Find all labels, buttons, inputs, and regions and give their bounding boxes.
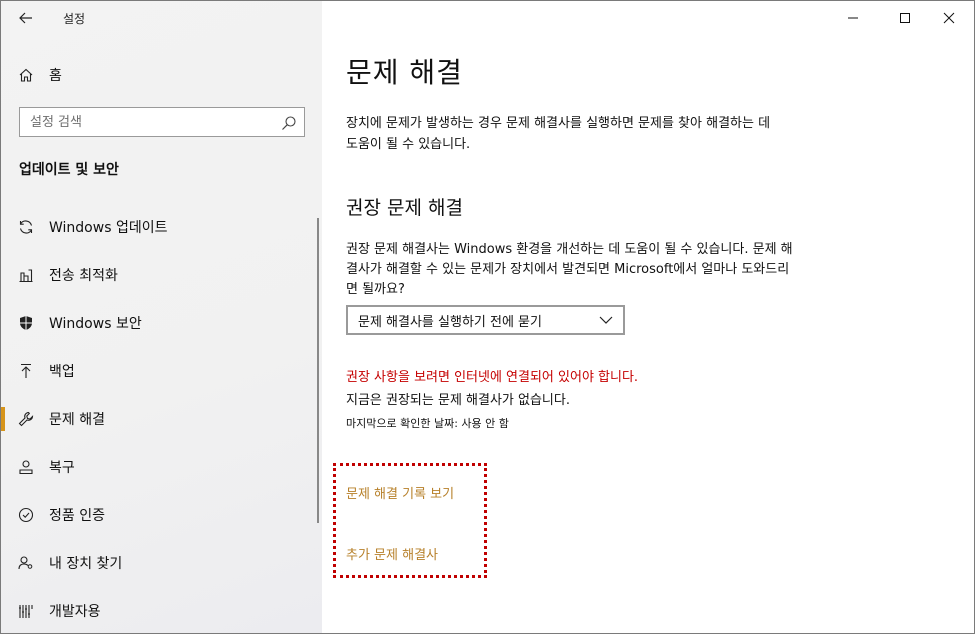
sidebar-item-label: 전송 최적화 — [49, 268, 118, 284]
sidebar-item-windows-update[interactable]: Windows 업데이트 — [1, 203, 322, 251]
maximize-icon — [900, 13, 910, 23]
troubleshoot-preference-dropdown[interactable]: 문제 해결사를 실행하기 전에 묻기 — [346, 305, 625, 335]
recovery-icon — [1, 459, 51, 475]
page-title: 문제 해결 — [346, 56, 463, 89]
back-arrow-icon — [19, 12, 32, 24]
minimize-icon — [848, 17, 858, 19]
home-link[interactable]: 홈 — [1, 59, 322, 91]
sidebar-item-troubleshoot[interactable]: 문제 해결 — [1, 395, 322, 443]
wrench-icon — [1, 411, 51, 427]
section-title: 업데이트 및 보안 — [19, 162, 119, 178]
chevron-down-icon — [599, 316, 613, 324]
close-icon — [943, 12, 955, 24]
minimize-button[interactable] — [830, 1, 876, 35]
home-icon — [1, 67, 51, 83]
sidebar-item-recovery[interactable]: 복구 — [1, 443, 322, 491]
sidebar-scrollbar[interactable] — [317, 218, 319, 523]
troubleshoot-history-link[interactable]: 문제 해결 기록 보기 — [346, 483, 454, 502]
search-icon[interactable] — [280, 114, 298, 132]
shield-icon — [1, 315, 51, 331]
last-checked-text: 마지막으로 확인한 날짜: 사용 안 함 — [346, 417, 509, 430]
sidebar-item-activation[interactable]: 정품 인증 — [1, 491, 322, 539]
sidebar-item-label: 개발자용 — [49, 604, 101, 620]
sidebar-item-find-my-device[interactable]: 내 장치 찾기 — [1, 539, 322, 587]
internet-warning: 권장 사항을 보려면 인터넷에 연결되어 있어야 합니다. — [346, 370, 639, 385]
title-bar: 설정 — [1, 1, 322, 35]
search-input[interactable] — [20, 108, 270, 136]
app-title: 설정 — [63, 12, 86, 26]
sync-icon — [1, 219, 51, 235]
no-recommendations-text: 지금은 권장되는 문제 해결사가 없습니다. — [346, 393, 570, 408]
dropdown-value: 문제 해결사를 실행하기 전에 묻기 — [358, 314, 542, 330]
sidebar: 설정 홈 업데이트 및 보안 Windows 업데이트 — [1, 1, 322, 633]
additional-troubleshooters-link[interactable]: 추가 문제 해결사 — [346, 544, 438, 563]
close-button[interactable] — [926, 1, 972, 35]
person-location-icon — [1, 555, 51, 571]
sidebar-item-label: 백업 — [49, 364, 75, 380]
sidebar-item-label: Windows 보안 — [49, 316, 142, 332]
sidebar-item-label: 복구 — [49, 460, 75, 476]
recommended-section-title: 권장 문제 해결 — [346, 197, 463, 219]
sidebar-item-label: Windows 업데이트 — [49, 220, 168, 236]
sidebar-nav: Windows 업데이트 전송 최적화 Windows 보안 백업 문제 해결 … — [1, 203, 322, 633]
search-box[interactable] — [19, 107, 305, 137]
back-button[interactable] — [11, 5, 41, 31]
sidebar-item-delivery-optimization[interactable]: 전송 최적화 — [1, 251, 322, 299]
developer-icon — [1, 603, 51, 619]
sidebar-item-label: 내 장치 찾기 — [49, 556, 123, 572]
delivery-optimization-icon — [1, 267, 51, 283]
page-description: 장치에 문제가 발생하는 경우 문제 해결사를 실행하면 문제를 찾아 해결하는… — [346, 116, 771, 152]
home-label: 홈 — [49, 68, 62, 84]
backup-arrow-icon — [1, 363, 51, 379]
settings-window: 설정 홈 업데이트 및 보안 Windows 업데이트 — [0, 0, 975, 634]
sidebar-item-for-developers[interactable]: 개발자용 — [1, 587, 322, 633]
sidebar-item-label: 문제 해결 — [49, 412, 105, 428]
main-content: 문제 해결 장치에 문제가 발생하는 경우 문제 해결사를 실행하면 문제를 찾… — [322, 1, 974, 633]
sidebar-item-backup[interactable]: 백업 — [1, 347, 322, 395]
recommended-description: 권장 문제 해결사는 Windows 환경을 개선하는 데 도움이 될 수 있습… — [346, 242, 793, 297]
check-circle-icon — [1, 507, 51, 523]
maximize-button[interactable] — [882, 1, 928, 35]
sidebar-item-label: 정품 인증 — [49, 508, 105, 524]
sidebar-item-windows-security[interactable]: Windows 보안 — [1, 299, 322, 347]
